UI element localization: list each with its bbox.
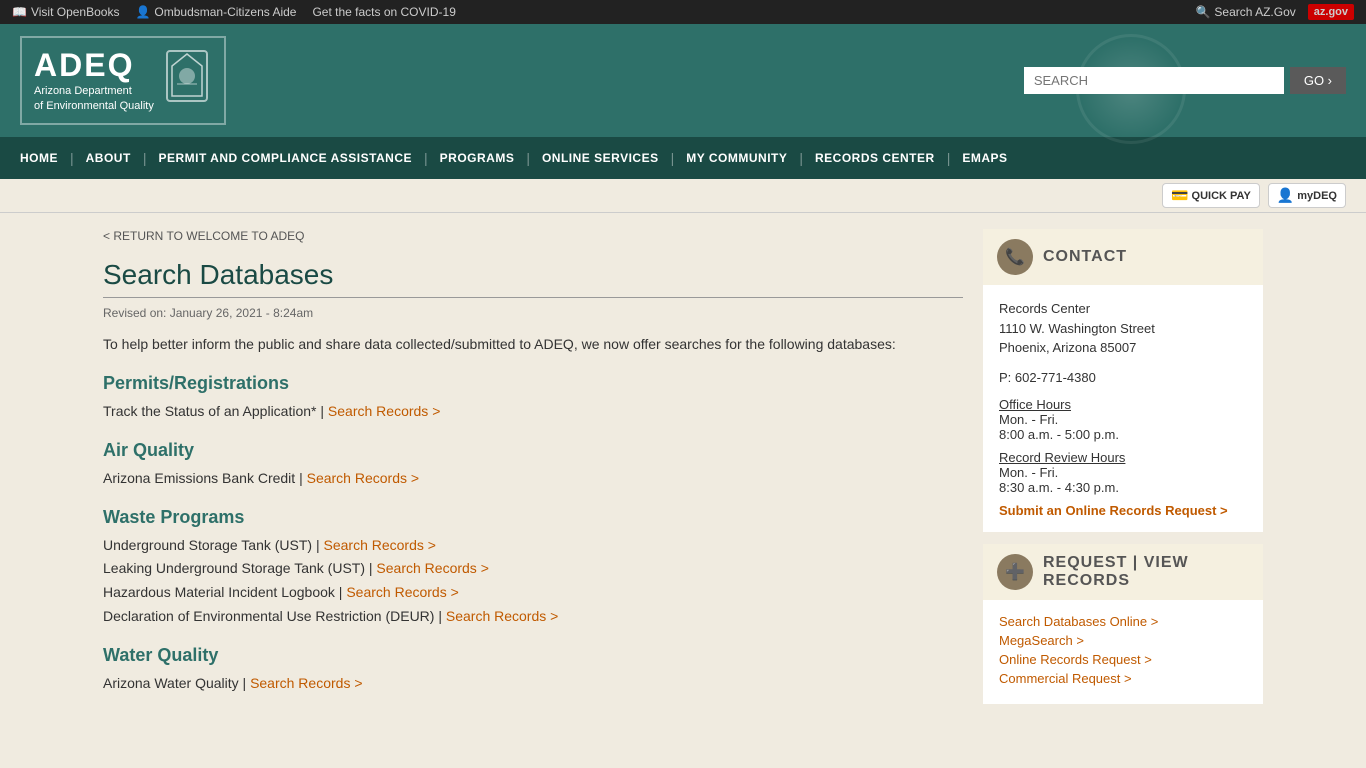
contact-address-line1: 1110 W. Washington Street [999, 321, 1155, 336]
revised-date: Revised on: January 26, 2021 - 8:24am [103, 306, 963, 320]
deur-search-link[interactable]: Search Records > [446, 608, 558, 624]
search-azgov-link[interactable]: 🔍 Search AZ.Gov [1195, 5, 1295, 19]
waste-item-ust: Underground Storage Tank (UST) | Search … [103, 534, 963, 558]
open-books-link[interactable]: 📖 Visit OpenBooks [12, 5, 119, 19]
title-divider [103, 297, 963, 298]
online-records-request-link[interactable]: Online Records Request > [999, 652, 1152, 667]
nav-records[interactable]: RECORDS CENTER [805, 137, 945, 179]
permits-search-link[interactable]: Search Records > [328, 403, 440, 419]
contact-address-line2: Phoenix, Arizona 85007 [999, 340, 1136, 355]
adeq-name: ADEQ [34, 47, 154, 84]
permits-text: Track the Status of an Application* | [103, 403, 324, 419]
waste-item-hazmat: Hazardous Material Incident Logbook | Se… [103, 581, 963, 605]
quickpay-icon: 💳 [1171, 187, 1188, 204]
search-area: GO › [1024, 67, 1346, 94]
permits-content: Track the Status of an Application* | Se… [103, 400, 963, 424]
waste-content: Underground Storage Tank (UST) | Search … [103, 534, 963, 629]
contact-icon: 📞 [997, 239, 1033, 275]
ombudsman-link[interactable]: 👤 Ombudsman-Citizens Aide [135, 5, 296, 19]
search-databases-link[interactable]: Search Databases Online > [999, 614, 1158, 629]
section-permits: Permits/Registrations Track the Status o… [103, 373, 963, 424]
content-wrap: < RETURN TO WELCOME TO ADEQ Search Datab… [83, 213, 1283, 732]
nav-about[interactable]: ABOUT [76, 137, 141, 179]
list-item: Search Databases Online > [999, 614, 1247, 629]
section-water: Water Quality Arizona Water Quality | Se… [103, 645, 963, 696]
contact-card-title: CONTACT [1043, 248, 1127, 266]
water-search-link[interactable]: Search Records > [250, 675, 362, 691]
air-quality-content: Arizona Emissions Bank Credit | Search R… [103, 467, 963, 491]
contact-card: 📞 CONTACT Records Center 1110 W. Washing… [983, 229, 1263, 532]
waste-item-deur: Declaration of Environmental Use Restric… [103, 605, 963, 629]
list-item: Online Records Request > [999, 652, 1247, 667]
contact-card-header: 📞 CONTACT [983, 229, 1263, 285]
request-icon: ➕ [997, 554, 1033, 590]
nav-emaps[interactable]: EMAPS [952, 137, 1017, 179]
breadcrumb-link[interactable]: < RETURN TO WELCOME TO ADEQ [103, 229, 305, 243]
header: ADEQ Arizona Department of Environmental… [0, 24, 1366, 137]
search-input[interactable] [1024, 67, 1284, 94]
nav-home[interactable]: HOME [10, 137, 68, 179]
adeq-icon [162, 46, 212, 115]
waste-item-lust: Leaking Underground Storage Tank (UST) |… [103, 557, 963, 581]
request-card-body: Search Databases Online > MegaSearch > O… [983, 600, 1263, 704]
nav-programs[interactable]: PROGRAMS [430, 137, 525, 179]
contact-name: Records Center [999, 301, 1090, 316]
quickpay-button[interactable]: 💳 QUICK PAY [1162, 183, 1260, 208]
breadcrumb[interactable]: < RETURN TO WELCOME TO ADEQ [103, 229, 963, 243]
air-quality-title: Air Quality [103, 440, 963, 461]
sidebar: 📞 CONTACT Records Center 1110 W. Washing… [983, 229, 1263, 716]
logo-text: ADEQ Arizona Department of Environmental… [34, 47, 154, 115]
waste-title: Waste Programs [103, 507, 963, 528]
hazmat-search-link[interactable]: Search Records > [346, 584, 458, 600]
megasearch-link[interactable]: MegaSearch > [999, 633, 1084, 648]
commercial-request-link[interactable]: Commercial Request > [999, 671, 1132, 686]
mydeq-icon: 👤 [1277, 187, 1294, 204]
top-bar: 📖 Visit OpenBooks 👤 Ombudsman-Citizens A… [0, 0, 1366, 24]
air-quality-search-link[interactable]: Search Records > [307, 470, 419, 486]
record-review-days: Mon. - Fri. [999, 465, 1058, 480]
quickpay-label: QUICK PAY [1192, 190, 1251, 202]
nav-online-services[interactable]: ONLINE SERVICES [532, 137, 669, 179]
list-item: Commercial Request > [999, 671, 1247, 686]
office-hours-label: Office Hours [999, 397, 1071, 412]
air-quality-text: Arizona Emissions Bank Credit | [103, 470, 303, 486]
main-content: < RETURN TO WELCOME TO ADEQ Search Datab… [103, 229, 963, 716]
list-item: MegaSearch > [999, 633, 1247, 648]
contact-card-body: Records Center 1110 W. Washington Street… [983, 285, 1263, 532]
mydeq-button[interactable]: 👤 myDEQ [1268, 183, 1346, 208]
covid-link[interactable]: Get the facts on COVID-19 [312, 5, 455, 19]
page-title: Search Databases [103, 259, 963, 291]
record-review-label[interactable]: Record Review Hours [999, 450, 1125, 465]
online-request-link[interactable]: Submit an Online Records Request > [999, 503, 1228, 518]
record-review-time: 8:30 a.m. - 4:30 p.m. [999, 480, 1119, 495]
contact-phone: P: 602-771-4380 [999, 368, 1247, 388]
sub-nav: 💳 QUICK PAY 👤 myDEQ [0, 179, 1366, 213]
ust-search-link[interactable]: Search Records > [324, 537, 436, 553]
request-card: ➕ REQUEST | VIEW RECORDS Search Database… [983, 544, 1263, 704]
logo-subtitle: Arizona Department of Environmental Qual… [34, 84, 154, 115]
record-review-hours: Record Review Hours Mon. - Fri. 8:30 a.m… [999, 450, 1247, 495]
office-hours: Office Hours Mon. - Fri. 8:00 a.m. - 5:0… [999, 397, 1247, 442]
mydeq-label: myDEQ [1297, 190, 1337, 202]
main-nav: HOME | ABOUT | PERMIT AND COMPLIANCE ASS… [0, 137, 1366, 179]
contact-address: Records Center 1110 W. Washington Street… [999, 299, 1247, 358]
request-links-list: Search Databases Online > MegaSearch > O… [999, 614, 1247, 686]
section-waste: Waste Programs Underground Storage Tank … [103, 507, 963, 629]
intro-text: To help better inform the public and sha… [103, 334, 963, 355]
section-air-quality: Air Quality Arizona Emissions Bank Credi… [103, 440, 963, 491]
go-button[interactable]: GO › [1290, 67, 1346, 94]
office-hours-time: 8:00 a.m. - 5:00 p.m. [999, 427, 1119, 442]
lust-search-link[interactable]: Search Records > [376, 560, 488, 576]
permits-title: Permits/Registrations [103, 373, 963, 394]
request-card-title: REQUEST | VIEW RECORDS [1043, 554, 1249, 590]
logo-area[interactable]: ADEQ Arizona Department of Environmental… [20, 36, 226, 125]
request-card-header: ➕ REQUEST | VIEW RECORDS [983, 544, 1263, 600]
office-hours-days: Mon. - Fri. [999, 412, 1058, 427]
nav-community[interactable]: MY COMMUNITY [676, 137, 797, 179]
water-content: Arizona Water Quality | Search Records > [103, 672, 963, 696]
nav-permit[interactable]: PERMIT AND COMPLIANCE ASSISTANCE [148, 137, 422, 179]
azgov-badge[interactable]: az.gov [1308, 4, 1354, 20]
logo-box: ADEQ Arizona Department of Environmental… [20, 36, 226, 125]
water-title: Water Quality [103, 645, 963, 666]
